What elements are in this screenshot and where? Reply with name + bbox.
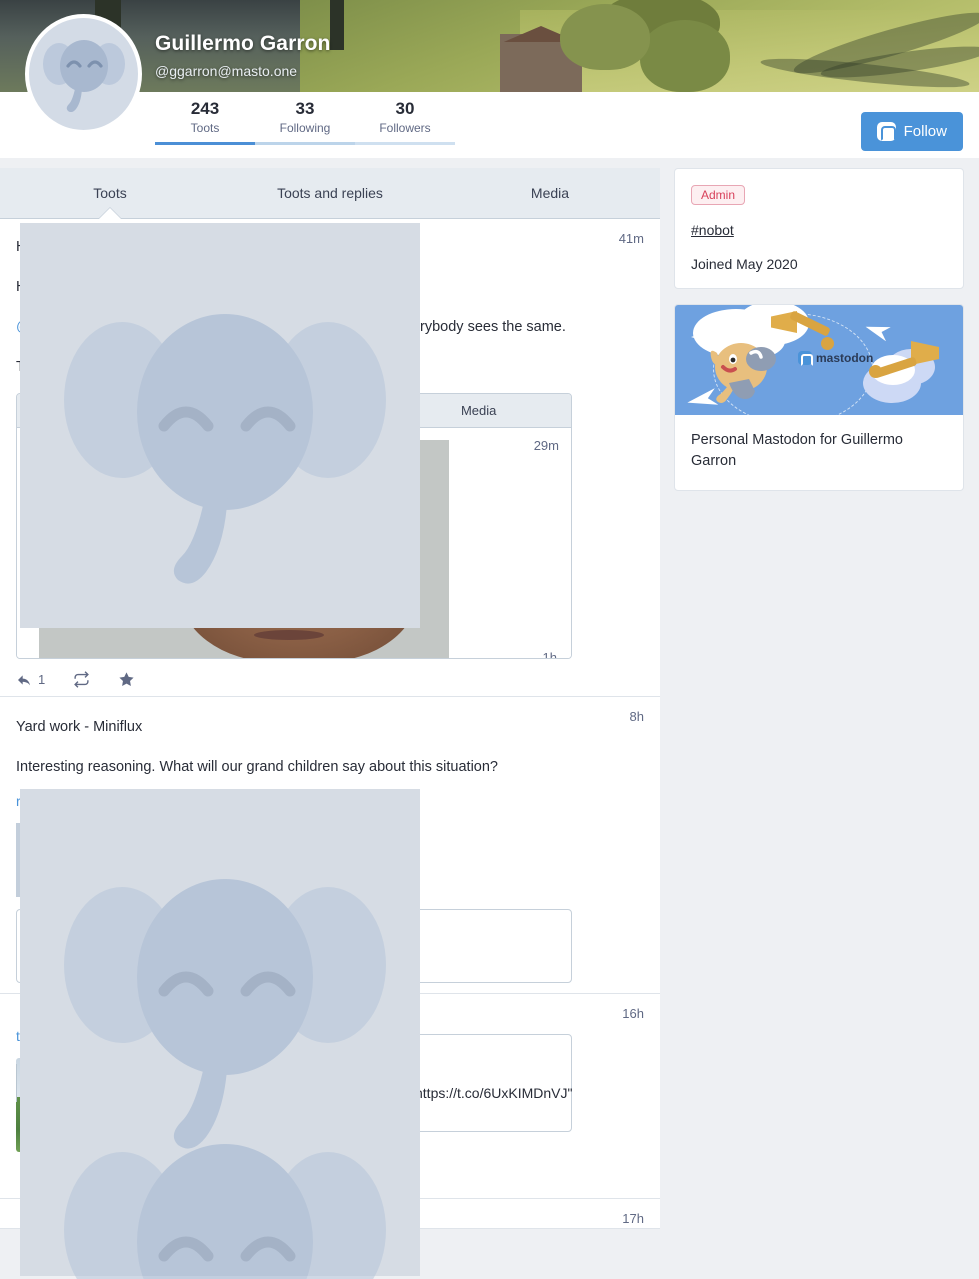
follow-button[interactable]: Follow xyxy=(860,112,963,151)
stat-toots-count: 243 xyxy=(190,99,220,118)
toot-timestamp: 41m xyxy=(618,231,644,246)
toot-line: Thanks. xyxy=(16,359,68,375)
nested-timestamp: 1h xyxy=(542,650,557,659)
toot-item[interactable]: 41m Hi everybody. How do you see my prof… xyxy=(0,219,660,697)
nested-feed: 29m 1h ) xyxy=(17,428,571,658)
mastodon-logo-icon xyxy=(876,122,896,141)
tab-toots-and-replies[interactable]: Toots and replies xyxy=(220,168,440,218)
toot-line: Hi everybody. xyxy=(16,239,104,255)
link-card-text: ) https://t.co/6UxKIMDnVJ" xyxy=(415,1069,573,1101)
tab-toots[interactable]: Toots xyxy=(0,168,220,218)
reply-button[interactable]: 1 xyxy=(16,672,45,688)
favourite-button[interactable] xyxy=(118,671,135,688)
elephant-placeholder-avatar xyxy=(42,40,125,112)
toot-media-screenshot[interactable]: Toots Toots and replies Media 29m 1h ) xyxy=(16,393,572,659)
mastodon-brand: mastodon xyxy=(798,351,874,366)
soccer-video-thumbnail[interactable] xyxy=(16,1058,114,1152)
toot-item[interactable]: 17h xyxy=(0,1199,660,1229)
profile-meta-card: Admin #nobot Joined May 2020 xyxy=(674,168,964,289)
stat-followers-count: 30 xyxy=(395,99,415,118)
toot-line-mention: @hyde sees this, and that is not OK. I w… xyxy=(16,313,644,341)
mastodon-profile-page: Guillermo Garron @ggarron@masto.one 243 … xyxy=(0,0,979,1279)
reply-count: 1 xyxy=(38,672,46,687)
nested-tab-toots-replies[interactable]: Toots and replies xyxy=(202,394,387,427)
toot-timestamp: 17h xyxy=(622,1211,644,1226)
profile-banner: Guillermo Garron @ggarron@masto.one xyxy=(0,0,979,92)
document-icon xyxy=(56,845,76,875)
toot-line: Interesting reasoning. What will our gra… xyxy=(16,759,498,775)
toot-body: Yard work - Miniflux Interesting reasoni… xyxy=(16,713,644,781)
document-preview[interactable] xyxy=(16,823,116,897)
profile-banner-photo xyxy=(0,0,979,92)
follow-button-label: Follow xyxy=(903,123,947,140)
stat-followers-label: Followers xyxy=(379,121,431,135)
soccer-video-thumbnail xyxy=(87,492,187,590)
mastodon-brand-label: mastodon xyxy=(816,351,874,365)
boost-button[interactable] xyxy=(73,671,90,688)
toot-list: 41m Hi everybody. How do you see my prof… xyxy=(0,219,660,1229)
link-preview-card[interactable]: ) https://t.co/6UxKIMDnVJ" xyxy=(114,1034,572,1132)
status-badge: Admin xyxy=(691,185,746,205)
toot-body: Hi everybody. How do you see my profile … xyxy=(16,233,644,381)
mastodon-mascot-icon xyxy=(710,343,776,403)
nested-tab-media[interactable]: Media xyxy=(386,394,571,427)
toot-item[interactable]: 16h twitter.com/AwardsDarwin/statu…) ht… xyxy=(0,994,660,1199)
stat-following-count: 33 xyxy=(295,99,315,118)
profile-display-name: Guillermo Garron xyxy=(155,32,331,55)
stat-toots[interactable]: 243 Toots xyxy=(155,92,255,145)
eye-off-icon[interactable] xyxy=(22,398,49,424)
stat-toots-label: Toots xyxy=(190,121,220,135)
joined-date: Joined May 2020 xyxy=(691,256,798,272)
tab-media[interactable]: Media xyxy=(440,168,660,218)
toot-link[interactable]: reader.mycloud.site/share/0cdc… xyxy=(16,793,224,809)
hashtag-link[interactable]: #nobot xyxy=(691,222,947,238)
stat-following[interactable]: 33 Following xyxy=(255,92,355,145)
link-preview-card[interactable] xyxy=(16,909,572,983)
sidebar-column: Admin #nobot Joined May 2020 mastodon Pe… xyxy=(674,168,964,1229)
nested-timestamp: 29m xyxy=(533,438,559,453)
toot-timestamp: 16h xyxy=(622,1006,644,1021)
nested-photo-link[interactable]: twitter.com/AwardsDarwin/statu… xyxy=(119,462,328,478)
boost-icon xyxy=(74,671,90,688)
instance-description: Personal Mastodon for Guillermo Garron xyxy=(691,432,903,469)
profile-tabs: Toots Toots and replies Media xyxy=(0,168,660,219)
instance-promo-card[interactable]: mastodon Personal Mastodon for Guillermo… xyxy=(674,304,964,491)
mention-link[interactable]: @hyde xyxy=(16,319,62,335)
toot-timestamp: 8h xyxy=(629,709,644,724)
mastodon-illustration: mastodon xyxy=(675,305,963,415)
toot-actions: 1 xyxy=(16,671,644,688)
toot-line: How do you see my profile on mobile. xyxy=(16,279,258,295)
avatar[interactable] xyxy=(25,14,142,134)
main-content: Toots Toots and replies Media 41m Hi eve… xyxy=(0,158,979,1229)
mastodon-logo-icon xyxy=(798,351,813,366)
toot-item[interactable]: 8h Yard work - Miniflux Interesting reas… xyxy=(0,697,660,994)
toot-thumb-card: ) https://t.co/6UxKIMDnVJ" xyxy=(16,1034,572,1158)
nested-photo: twitter.com/AwardsDarwin/statu… xyxy=(39,440,449,658)
stat-following-label: Following xyxy=(279,121,331,135)
toot-line-rest: sees this, and that is not OK. I would l… xyxy=(66,319,566,335)
profile-stats-bar: 243 Toots 33 Following 30 Followers Foll… xyxy=(0,92,979,158)
reply-icon xyxy=(18,674,30,685)
toot-title: Yard work - Miniflux xyxy=(16,719,143,735)
profile-handle: @ggarron@masto.one xyxy=(155,63,298,79)
star-icon xyxy=(119,672,134,686)
stat-followers[interactable]: 30 Followers xyxy=(355,92,455,145)
nested-tabs: Toots Toots and replies Media xyxy=(17,394,571,428)
feed-column: Toots Toots and replies Media 41m Hi eve… xyxy=(0,168,660,1229)
